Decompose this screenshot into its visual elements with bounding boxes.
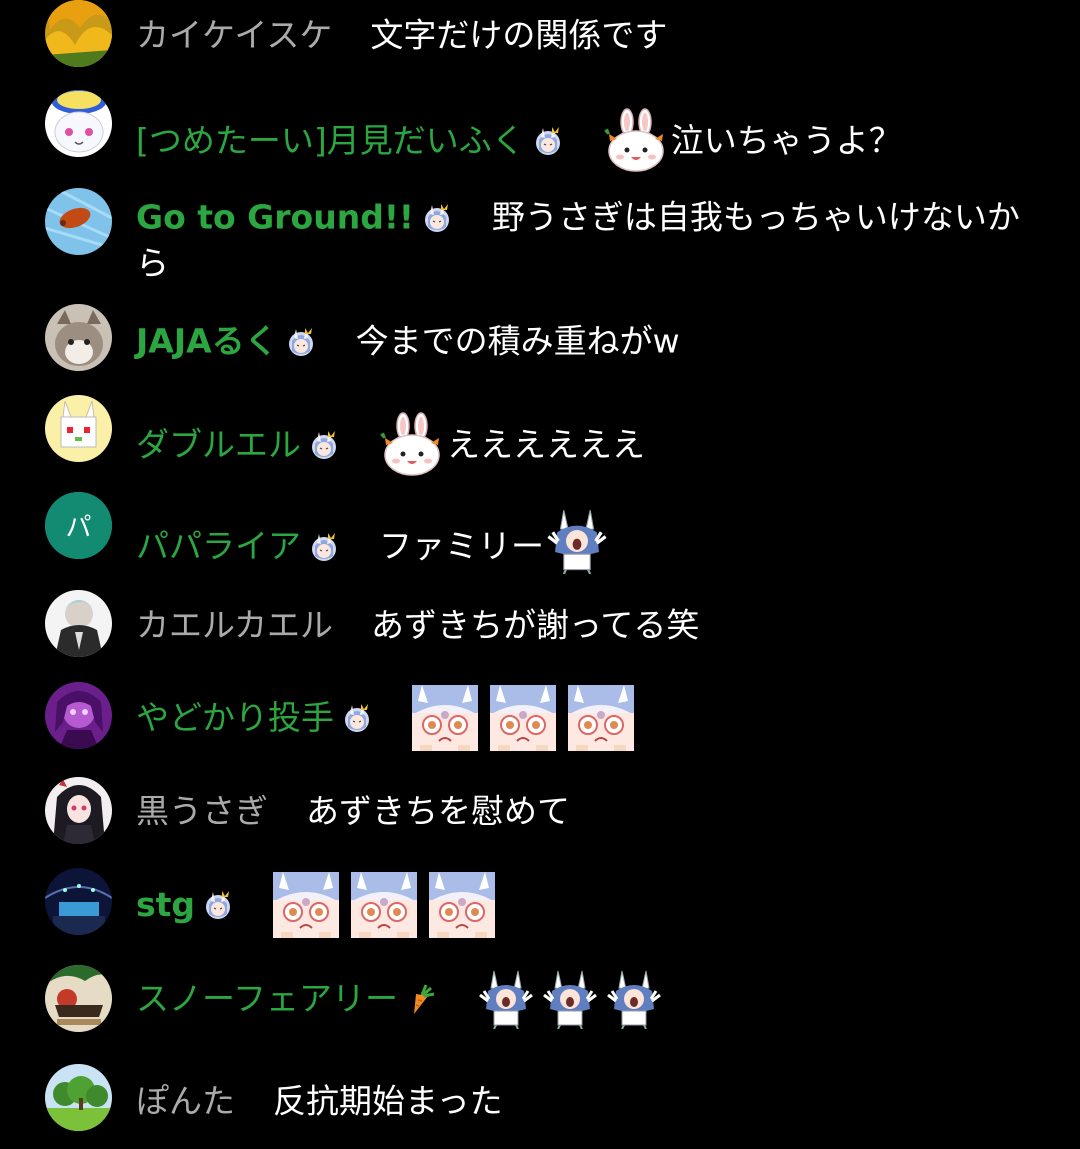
author-name[interactable]: カイケイスケ bbox=[136, 16, 332, 55]
member-badge-icon bbox=[340, 701, 374, 735]
avatar[interactable] bbox=[45, 868, 112, 935]
member-badge-icon bbox=[420, 201, 454, 235]
avatar-letter: パ bbox=[65, 513, 91, 543]
crying-face-emote-icon bbox=[412, 685, 478, 751]
avatar[interactable] bbox=[45, 90, 112, 157]
crying-face-emote-icon bbox=[273, 872, 339, 938]
chat-message: カイケイスケ 文字だけの関係です bbox=[0, 0, 1080, 70]
member-badge-icon bbox=[307, 428, 341, 462]
crying-face-emote-icon bbox=[490, 685, 556, 751]
member-badge-icon bbox=[284, 325, 318, 359]
author-name[interactable]: パパライア bbox=[136, 527, 301, 566]
chat-message: ぽんた 反抗期始まった bbox=[0, 1062, 1080, 1142]
chat-message: Go to Ground!! 野うさぎは自我もっちゃいけないから bbox=[0, 186, 1080, 286]
message-text: あずきちを慰めて bbox=[306, 791, 570, 831]
carrot-badge-icon bbox=[404, 982, 438, 1016]
message-text: 文字だけの関係です bbox=[370, 15, 668, 55]
member-badge-icon bbox=[307, 530, 341, 564]
bunny-face-emote-icon bbox=[379, 412, 445, 478]
author-name[interactable]: JAJAるく bbox=[136, 322, 278, 361]
member-badge-icon bbox=[531, 124, 565, 158]
peko-crying-emote-icon bbox=[544, 508, 610, 574]
member-badge-icon bbox=[201, 888, 235, 922]
bunny-face-emote-icon bbox=[603, 108, 669, 174]
message-text: 泣いちゃうよ？ bbox=[670, 121, 902, 160]
chat-message: カエルカエル あずきちが謝ってる笑 bbox=[0, 588, 1080, 668]
peko-cheer-emote-icon bbox=[540, 969, 600, 1029]
avatar[interactable] bbox=[45, 188, 112, 255]
avatar[interactable] bbox=[45, 682, 112, 749]
chat-message: [つめたーい]月見だいふく 泣いちゃうよ？ bbox=[0, 88, 1080, 168]
author-name[interactable]: 黒うさぎ bbox=[136, 792, 268, 831]
live-chat-list: カイケイスケ 文字だけの関係です [つめたーい]月見だいふく 泣いちゃうよ？ Go … bbox=[0, 0, 1080, 1149]
author-name[interactable]: カエルカエル bbox=[136, 606, 333, 645]
peko-cheer-emote-icon bbox=[476, 969, 536, 1029]
chat-message: やどかり投手 bbox=[0, 680, 1080, 760]
chat-message: ダブルエル ええええええ bbox=[0, 393, 1080, 473]
author-name[interactable]: Go to Ground!! bbox=[136, 198, 414, 237]
chat-message: stg bbox=[0, 866, 1080, 946]
author-name[interactable]: stg bbox=[136, 885, 195, 924]
chat-message: 黒うさぎ あずきちを慰めて bbox=[0, 775, 1080, 850]
author-name[interactable]: スノーフェアリー bbox=[136, 979, 398, 1018]
peko-cheer-emote-icon bbox=[604, 969, 664, 1029]
crying-face-emote-icon bbox=[351, 872, 417, 938]
message-text: ええええええ bbox=[447, 425, 645, 464]
crying-face-emote-icon bbox=[429, 872, 495, 938]
message-text: ファミリー bbox=[379, 526, 544, 566]
avatar[interactable] bbox=[45, 0, 112, 67]
chat-message: JAJAるく 今までの積み重ねがw bbox=[0, 302, 1080, 382]
avatar[interactable] bbox=[45, 395, 112, 462]
chat-message: スノーフェアリー bbox=[0, 963, 1080, 1043]
avatar[interactable] bbox=[45, 965, 112, 1032]
avatar[interactable] bbox=[45, 590, 112, 657]
author-name[interactable]: やどかり投手 bbox=[136, 698, 334, 737]
chat-message: パ パパライア ファミリー bbox=[0, 490, 1080, 570]
message-text: あずきちが謝ってる笑 bbox=[371, 605, 700, 645]
message-text: 今までの積み重ねがw bbox=[355, 321, 680, 361]
avatar[interactable] bbox=[45, 1064, 112, 1131]
avatar[interactable] bbox=[45, 304, 112, 371]
author-name[interactable]: [つめたーい]月見だいふく bbox=[136, 121, 525, 160]
crying-face-emote-icon bbox=[568, 685, 634, 751]
author-name[interactable]: ダブルエル bbox=[136, 425, 301, 464]
message-text: 反抗期始まった bbox=[273, 1081, 503, 1121]
avatar[interactable] bbox=[45, 777, 112, 844]
author-name[interactable]: ぽんた bbox=[136, 1082, 235, 1121]
avatar[interactable]: パ bbox=[45, 492, 112, 559]
